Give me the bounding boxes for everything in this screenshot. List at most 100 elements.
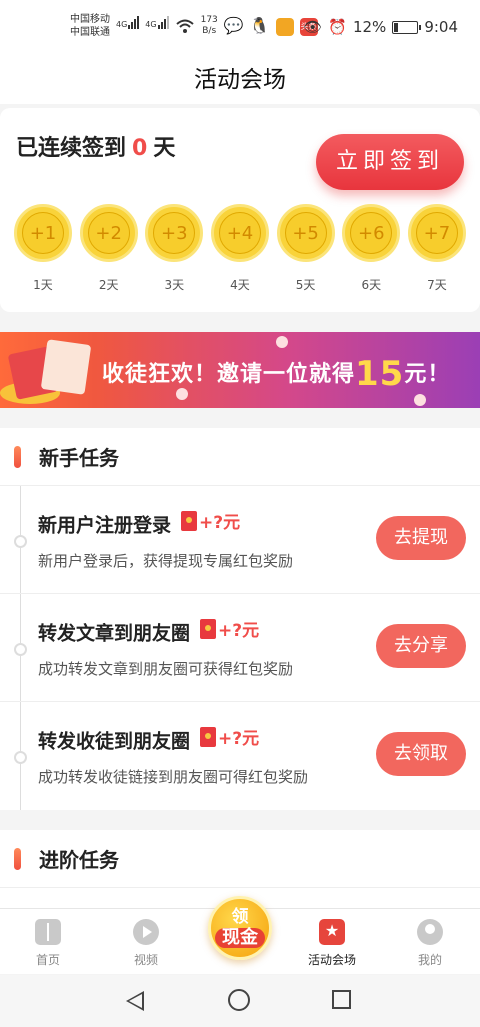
- home-book-icon: [35, 919, 61, 945]
- coin-day-label: 4天: [230, 278, 250, 292]
- task-description: 成功转发文章到朋友圈可获得红包奖励: [38, 660, 294, 678]
- task-name: 新用户注册登录 +?元: [38, 508, 240, 538]
- section-header: 新手任务: [0, 428, 480, 486]
- sign-in-button[interactable]: 立即签到: [316, 134, 464, 190]
- task-name-text: 转发文章到朋友圈: [38, 622, 191, 645]
- tab-mine-label: 我的: [417, 953, 442, 967]
- timeline-dot: [14, 751, 27, 764]
- task-name-text: 转发收徒到朋友圈: [38, 730, 191, 753]
- alarm-icon: ⏰: [328, 18, 347, 36]
- get-cash-line2: 现金: [215, 928, 265, 948]
- tab-mine[interactable]: 我的: [390, 919, 470, 968]
- task-item: 转发文章到朋友圈 +?元 成功转发文章到朋友圈可获得红包奖励 去分享: [0, 594, 480, 702]
- task-description: 成功转发收徒链接到朋友圈可得红包奖励: [38, 768, 309, 786]
- banner-text-b: 元！: [404, 362, 451, 387]
- newbie-tasks-section: 新手任务 新用户注册登录 +?元 新用户登录后，获得提现专属红包奖励 去提现 转发…: [0, 428, 480, 810]
- home-circle-icon[interactable]: [228, 989, 250, 1011]
- sign-day-7: +7 7天: [407, 204, 466, 293]
- coin-reward: +2: [87, 212, 130, 254]
- wifi-icon: [175, 19, 194, 33]
- recents-square-icon[interactable]: [332, 990, 351, 1009]
- sign-day-1: +1 1天: [14, 204, 72, 293]
- coin-icon: +3: [145, 204, 204, 262]
- status-bar: 中国移动 中国联通 4G 4G 173 B/s 💬 🐧 头条 👁 ⏰ 12% 9…: [0, 0, 480, 56]
- carrier-names: 中国移动 中国联通: [70, 13, 110, 39]
- sign-streak-suffix: 天: [153, 136, 176, 161]
- banner-amount: 15: [355, 354, 405, 394]
- section-title: 进阶任务: [39, 848, 119, 872]
- coin-day-label: 2天: [98, 278, 119, 292]
- system-nav-bar: [0, 975, 480, 1027]
- coin-day-label: 5天: [295, 278, 316, 292]
- coin-reward: +3: [153, 212, 196, 254]
- tab-video[interactable]: 视频: [106, 919, 186, 968]
- sign-streak-days: 0: [132, 136, 148, 161]
- video-play-icon: [133, 919, 159, 945]
- task-name-text: 新用户注册登录: [38, 514, 172, 537]
- section-marker-icon: [14, 847, 21, 870]
- tab-activity[interactable]: 活动会场: [292, 919, 372, 968]
- coin-reward: +6: [350, 212, 393, 254]
- task-name: 转发文章到朋友圈 +?元: [38, 616, 259, 646]
- sign-streak-prefix: 已连续签到: [16, 136, 127, 161]
- coin-icon: +2: [79, 204, 138, 262]
- sign-in-card: 已连续签到 0 天 立即签到 +1 1天 +2 2天 +3 3天 +4 4天 +5 5天 +6…: [0, 108, 480, 312]
- section-title: 新手任务: [39, 446, 119, 470]
- invite-banner[interactable]: 收徒狂欢！邀请一位就得15元！: [0, 332, 480, 408]
- timeline-dot: [14, 643, 27, 656]
- task-reward: +?元: [181, 508, 240, 533]
- tab-activity-label: 活动会场: [307, 953, 356, 967]
- status-right: 👁 ⏰ 12% 9:04: [303, 18, 458, 36]
- red-packet-icon: [200, 618, 217, 639]
- coin-icon: +7: [407, 204, 466, 262]
- carrier-1: 中国移动: [70, 14, 110, 25]
- coin-icon: +4: [210, 204, 269, 262]
- sign-day-3: +3 3天: [145, 204, 204, 293]
- task-item: 转发收徒到朋友圈 +?元 成功转发收徒链接到朋友圈可得红包奖励 去领取: [0, 702, 480, 810]
- tab-home[interactable]: 首页: [8, 919, 88, 968]
- task-description: 新用户登录后，获得提现专属红包奖励: [38, 552, 294, 570]
- signal-2-icon: 4G: [145, 16, 169, 29]
- get-cash-button[interactable]: 领 现金: [208, 896, 272, 960]
- coin-reward: +5: [284, 212, 327, 254]
- sign-day-5: +5 5天: [276, 204, 335, 293]
- battery-percent: 12%: [352, 18, 387, 36]
- envelope-image: [40, 339, 92, 395]
- task-reward-text: +?元: [218, 621, 260, 641]
- task-reward-text: +?元: [199, 513, 241, 533]
- decor-dot: [414, 394, 426, 406]
- section-marker-icon: [14, 445, 21, 468]
- task-item: 新用户注册登录 +?元 新用户登录后，获得提现专属红包奖励 去提现: [0, 486, 480, 594]
- coin-icon: +1: [14, 204, 72, 262]
- timeline-dot: [14, 535, 27, 548]
- wechat-icon: 💬: [223, 16, 244, 35]
- sign-day-4: +4 4天: [210, 204, 269, 293]
- tab-home-label: 首页: [35, 953, 60, 967]
- task-reward: +?元: [200, 724, 259, 749]
- coin-icon: +5: [276, 204, 335, 262]
- coin-reward: +1: [22, 212, 64, 254]
- page-title: 活动会场: [0, 56, 480, 104]
- task-reward: +?元: [200, 616, 259, 641]
- sign-day-6: +6 6天: [342, 204, 401, 293]
- sign-streak: 已连续签到 0 天: [16, 130, 175, 162]
- claim-button[interactable]: 去领取: [376, 732, 466, 776]
- app-notification-icon: [275, 18, 294, 36]
- coin-day-label: 3天: [164, 278, 185, 292]
- withdraw-button[interactable]: 去提现: [376, 516, 466, 560]
- task-reward-text: +?元: [218, 729, 260, 749]
- coin-icon: +6: [342, 204, 401, 262]
- coin-reward: +4: [218, 212, 261, 254]
- coin-reward: +7: [415, 212, 458, 254]
- coin-day-label: 1天: [33, 278, 53, 292]
- status-left: 中国移动 中国联通 4G 4G 173 B/s 💬 🐧 头条: [70, 13, 318, 39]
- red-packet-icon: [200, 726, 217, 747]
- back-triangle-icon[interactable]: [126, 991, 144, 1011]
- network-speed: 173 B/s: [200, 15, 218, 36]
- coin-day-label: 7天: [427, 278, 447, 292]
- share-button[interactable]: 去分享: [376, 624, 466, 668]
- get-cash-line1: 领: [231, 907, 249, 927]
- tab-video-label: 视频: [133, 953, 158, 967]
- user-icon: [417, 919, 443, 945]
- task-name: 转发收徒到朋友圈 +?元: [38, 724, 259, 754]
